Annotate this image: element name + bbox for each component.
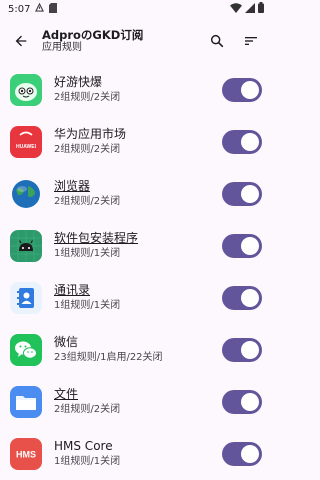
app-name: 软件包安装程序 — [54, 231, 139, 246]
app-enable-toggle[interactable] — [222, 442, 262, 466]
contacts-icon — [10, 282, 42, 314]
rule-count: 2组规则/2关闭 — [54, 144, 121, 156]
app-name: 文件 — [54, 387, 79, 402]
signal-icon — [245, 2, 255, 16]
rule-count: 2组规则/2关闭 — [54, 196, 121, 208]
wechat-icon — [10, 334, 42, 366]
toggle-knob — [241, 445, 259, 463]
list-item[interactable]: HUAWEI 华为应用市场 2组规则/2关闭 — [0, 116, 270, 168]
app-name: 好游快爆 — [54, 75, 103, 90]
app-enable-toggle[interactable] — [222, 130, 262, 154]
app-enable-toggle[interactable] — [222, 234, 262, 258]
hms-icon-text: HMS — [16, 450, 36, 460]
sd-card-icon — [49, 2, 58, 16]
toggle-knob — [241, 185, 259, 203]
app-name: 通讯录 — [54, 283, 91, 298]
app-enable-toggle[interactable] — [222, 182, 262, 206]
app-rule-list: 好游快爆 2组规则/2关闭 HUAWEI 华为应用市场 2组规则/2关闭 浏览器… — [0, 64, 270, 480]
toggle-knob — [241, 393, 259, 411]
sort-button[interactable] — [238, 28, 264, 54]
huawei-appgallery-icon: HUAWEI — [10, 126, 42, 158]
notification-icon — [35, 2, 45, 15]
android-package-installer-icon — [10, 230, 42, 262]
toggle-knob — [241, 81, 259, 99]
haoyou-app-icon — [10, 74, 42, 106]
page-title: AdproのGKD订阅 — [42, 27, 144, 42]
battery-icon — [258, 2, 264, 16]
search-icon — [210, 34, 224, 48]
list-item[interactable]: 软件包安装程序 1组规则/1关闭 — [0, 220, 270, 272]
sort-icon — [245, 37, 257, 45]
app-enable-toggle[interactable] — [222, 390, 262, 414]
rule-count: 1组规则/1关闭 — [54, 456, 121, 468]
hms-core-icon: HMS — [10, 438, 42, 470]
list-item[interactable]: 通讯录 1组规则/1关闭 — [0, 272, 270, 324]
app-enable-toggle[interactable] — [222, 78, 262, 102]
rule-count: 23组规则/1启用/22关闭 — [54, 352, 163, 364]
rule-count: 2组规则/2关闭 — [54, 404, 121, 416]
app-name: HMS Core — [54, 439, 113, 454]
status-time: 5:07 — [8, 3, 31, 15]
wifi-icon — [230, 2, 242, 16]
rule-count: 1组规则/1关闭 — [54, 248, 121, 260]
page-subtitle: 应用规则 — [42, 41, 82, 53]
app-enable-toggle[interactable] — [222, 338, 262, 362]
list-item[interactable]: 好游快爆 2组规则/2关闭 — [0, 64, 270, 116]
huawei-icon-text: HUAWEI — [16, 144, 37, 150]
rule-count: 1组规则/1关闭 — [54, 300, 121, 312]
header-titles: AdproのGKD订阅 应用规则 — [42, 28, 196, 55]
back-button[interactable] — [10, 30, 32, 52]
app-name: 华为应用市场 — [54, 127, 127, 142]
arrow-back-icon — [15, 35, 27, 47]
list-item[interactable]: 微信 23组规则/1启用/22关闭 — [0, 324, 270, 376]
list-item[interactable]: 浏览器 2组规则/2关闭 — [0, 168, 270, 220]
files-folder-icon — [10, 386, 42, 418]
search-button[interactable] — [204, 28, 230, 54]
app-name: 浏览器 — [54, 179, 91, 194]
rule-count: 2组规则/2关闭 — [54, 92, 121, 104]
toggle-knob — [241, 237, 259, 255]
list-item[interactable]: HMS HMS Core 1组规则/1关闭 — [0, 428, 270, 480]
toggle-knob — [241, 341, 259, 359]
browser-globe-icon — [10, 178, 42, 210]
app-bar: AdproのGKD订阅 应用规则 — [0, 18, 270, 64]
app-name: 微信 — [54, 335, 79, 350]
toggle-knob — [241, 133, 259, 151]
status-bar: 5:07 — [0, 0, 270, 18]
list-item[interactable]: 文件 2组规则/2关闭 — [0, 376, 270, 428]
app-enable-toggle[interactable] — [222, 286, 262, 310]
toggle-knob — [241, 289, 259, 307]
